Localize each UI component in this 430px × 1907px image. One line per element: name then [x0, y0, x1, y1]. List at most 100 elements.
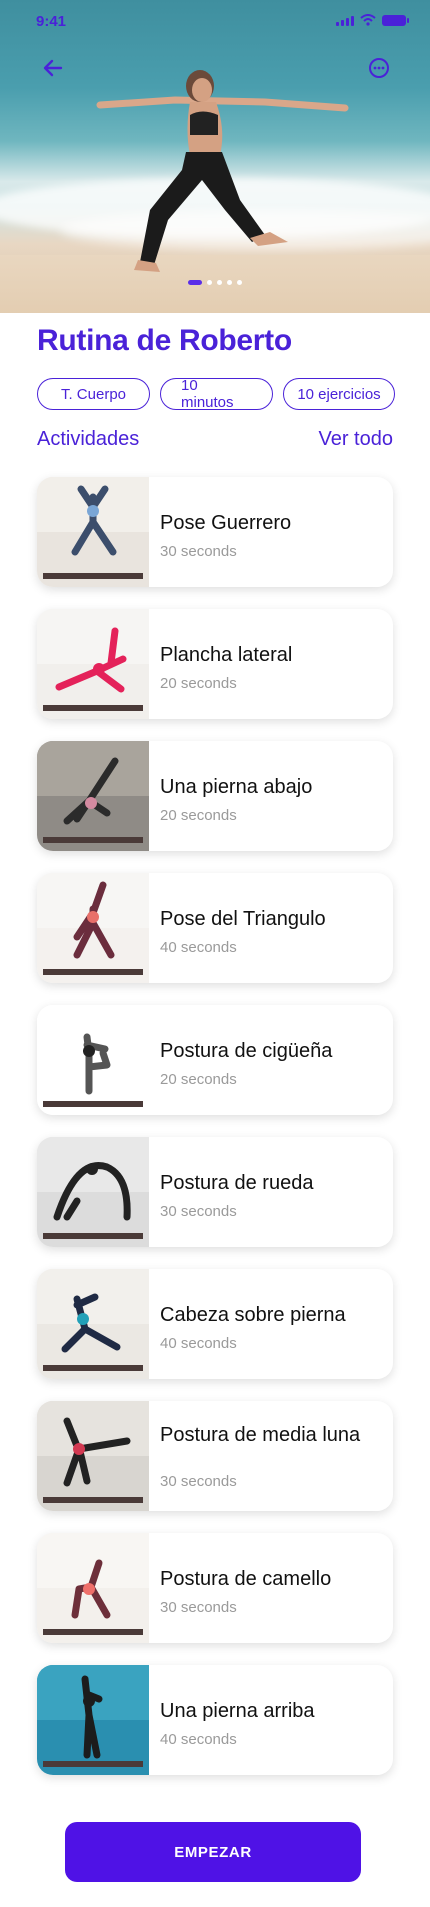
activity-name: Plancha lateral	[160, 644, 293, 666]
pose-torso	[86, 1163, 98, 1175]
status-bar: 9:41	[0, 0, 430, 44]
see-all-link[interactable]: Ver todo	[318, 428, 393, 451]
pose-torso	[87, 505, 99, 517]
activity-name: Postura de rueda	[160, 1172, 314, 1194]
status-time: 9:41	[36, 13, 67, 30]
activity-card[interactable]: Pose del Triangulo 40 seconds	[37, 873, 393, 983]
pose-torso	[73, 1443, 85, 1455]
yoga-mat	[43, 1761, 143, 1767]
activity-duration: 30 seconds	[160, 1203, 237, 1220]
activity-thumbnail-image	[37, 609, 149, 719]
wifi-icon	[360, 14, 376, 26]
activity-thumbnail-image	[37, 1269, 149, 1379]
activity-thumbnail	[37, 477, 149, 587]
status-icons	[336, 14, 409, 26]
battery-icon	[382, 15, 409, 26]
yoga-mat	[43, 1233, 143, 1239]
yoga-mat	[43, 573, 143, 579]
yoga-mat	[43, 969, 143, 975]
yoga-mat	[43, 1497, 143, 1503]
activities-title: Actividades	[37, 428, 140, 450]
activity-name: Pose del Triangulo	[160, 908, 326, 930]
activity-name: Pose Guerrero	[160, 512, 292, 534]
thumbnail-wall	[37, 609, 149, 664]
activity-card[interactable]: Postura de media luna 30 seconds	[37, 1401, 393, 1511]
routine-tags: T. Cuerpo 10 minutos 10 ejercicios	[37, 377, 395, 411]
arrow-left-icon	[43, 59, 63, 77]
carousel-indicator	[188, 280, 242, 285]
activity-card[interactable]: Postura de rueda 30 seconds	[37, 1137, 393, 1247]
tag-duration[interactable]: 10 minutos	[160, 377, 273, 411]
activity-card[interactable]: Cabeza sobre pierna 40 seconds	[37, 1269, 393, 1379]
pose-torso	[77, 1313, 89, 1325]
routine-title: Rutina de Roberto	[37, 324, 292, 357]
activity-card[interactable]: Una pierna abajo 20 seconds	[37, 741, 393, 851]
pose-torso	[83, 1045, 95, 1057]
thumbnail-wall	[37, 1665, 149, 1720]
hero-image: 9:41	[0, 0, 430, 313]
activity-thumbnail-image	[37, 477, 149, 587]
yoga-mat	[43, 705, 143, 711]
activity-thumbnail-image	[37, 1005, 149, 1115]
activity-name: Una pierna abajo	[160, 776, 313, 798]
activity-duration: 30 seconds	[160, 1473, 237, 1490]
activity-thumbnail	[37, 741, 149, 851]
tag-exercises[interactable]: 10 ejercicios	[283, 378, 395, 410]
pose-torso	[85, 797, 97, 809]
yoga-mat	[43, 1365, 143, 1371]
activity-duration: 40 seconds	[160, 1335, 237, 1352]
more-options-icon	[369, 58, 389, 78]
more-options-button[interactable]	[362, 51, 396, 85]
activity-thumbnail-image	[37, 1401, 149, 1511]
activity-thumbnail	[37, 1533, 149, 1643]
activity-card[interactable]: Una pierna arriba 40 seconds	[37, 1665, 393, 1775]
carousel-dot[interactable]	[188, 280, 202, 285]
yoga-mat	[43, 1101, 143, 1107]
activity-name: Postura de camello	[160, 1568, 332, 1590]
activities-header: Actividades Ver todo	[37, 428, 393, 451]
back-button[interactable]	[36, 51, 70, 85]
activity-duration: 20 seconds	[160, 675, 237, 692]
activity-thumbnail-image	[37, 741, 149, 851]
start-button[interactable]: EMPEZAR	[65, 1822, 361, 1882]
activity-thumbnail	[37, 1005, 149, 1115]
yoga-mat	[43, 1629, 143, 1635]
activity-name: Cabeza sobre pierna	[160, 1304, 346, 1326]
activity-duration: 40 seconds	[160, 939, 237, 956]
tag-body[interactable]: T. Cuerpo	[37, 378, 150, 410]
thumbnail-wall	[37, 741, 149, 796]
signal-icon	[336, 16, 354, 26]
activity-thumbnail	[37, 1665, 149, 1775]
activity-card[interactable]: Postura de cigüeña 20 seconds	[37, 1005, 393, 1115]
activity-name: Una pierna arriba	[160, 1700, 315, 1722]
activity-thumbnail	[37, 1269, 149, 1379]
yoga-mat	[43, 837, 143, 843]
activity-card[interactable]: Postura de camello 30 seconds	[37, 1533, 393, 1643]
carousel-dot[interactable]	[227, 280, 232, 285]
activity-thumbnail-image	[37, 1665, 149, 1775]
activity-thumbnail	[37, 873, 149, 983]
carousel-dot[interactable]	[217, 280, 222, 285]
activity-name: Postura de media luna	[160, 1424, 361, 1446]
activity-duration: 30 seconds	[160, 1599, 237, 1616]
activity-card[interactable]: Pose Guerrero 30 seconds	[37, 477, 393, 587]
pose-torso	[93, 663, 105, 675]
activity-card[interactable]: Plancha lateral 20 seconds	[37, 609, 393, 719]
activity-thumbnail	[37, 609, 149, 719]
hero-yoga-figure	[96, 70, 349, 272]
activity-thumbnail	[37, 1137, 149, 1247]
activity-thumbnail-image	[37, 873, 149, 983]
activity-name: Postura de cigüeña	[160, 1040, 333, 1062]
activity-duration: 30 seconds	[160, 543, 237, 560]
pose-torso	[87, 911, 99, 923]
activity-duration: 20 seconds	[160, 807, 237, 824]
pose-torso	[83, 1583, 95, 1595]
carousel-dot[interactable]	[207, 280, 212, 285]
activity-thumbnail-image	[37, 1137, 149, 1247]
activity-duration: 20 seconds	[160, 1071, 237, 1088]
carousel-dot[interactable]	[237, 280, 242, 285]
activity-thumbnail-image	[37, 1533, 149, 1643]
activity-thumbnail	[37, 1401, 149, 1511]
pose-torso	[83, 1695, 95, 1707]
activity-duration: 40 seconds	[160, 1731, 237, 1748]
